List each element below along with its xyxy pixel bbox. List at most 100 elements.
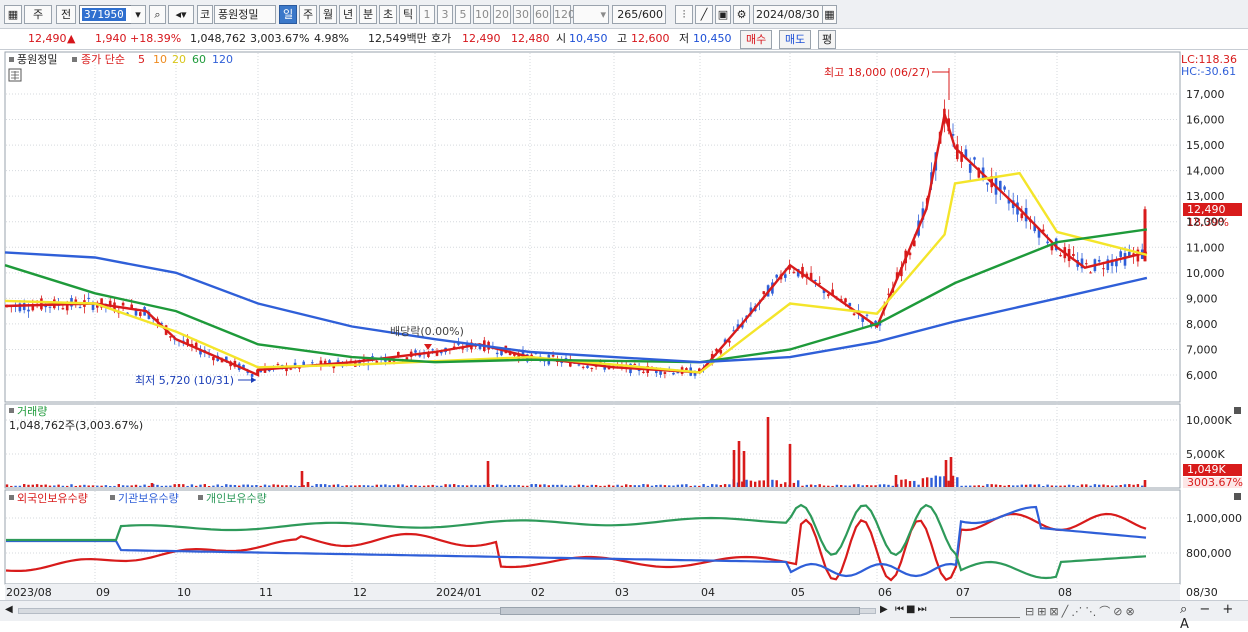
search-icon[interactable]: ⌕ (149, 5, 166, 24)
eval-button[interactable]: 평 (818, 30, 837, 49)
candle-body (551, 355, 555, 357)
volume-bar (27, 484, 30, 487)
period-day[interactable]: 일 (279, 5, 297, 24)
volume-bar (78, 485, 82, 487)
volume-bar (259, 485, 262, 487)
legend-institution: 기관보유수량 (118, 492, 179, 505)
candle-body (87, 297, 90, 299)
interval-30[interactable]: 30 (513, 5, 531, 24)
calendar-icon[interactable]: ▦ (822, 5, 837, 24)
volume-bar (315, 484, 318, 487)
scroll-left-icon[interactable]: ◀ (5, 604, 17, 618)
volume-spike-bar (949, 457, 953, 487)
volume-bar (706, 485, 710, 487)
candle-body (865, 314, 869, 316)
volume-bar (1123, 484, 1127, 487)
drawing-tools-icons[interactable]: ⊟⊞⊠╱⋰⋱⌒⊘⊗ (1025, 603, 1138, 619)
interval-dropdown[interactable]: ▾ (573, 5, 609, 24)
scroll-thumb[interactable] (500, 607, 860, 615)
volume-bar (990, 484, 993, 487)
candle-body (495, 352, 499, 355)
period-second[interactable]: 초 (379, 5, 397, 24)
interval-60[interactable]: 60 (533, 5, 551, 24)
volume-spike-bar (944, 460, 948, 487)
volume-bar (276, 484, 280, 487)
candle-body (784, 274, 787, 278)
volume-bar (749, 480, 753, 487)
volume-bar (1055, 485, 1058, 487)
market-badge: 코 (197, 5, 213, 24)
volume-spike-bar (894, 475, 898, 487)
stock-chart[interactable]: 풍원정밀 종가 단순 5 10 20 60 120 LC:118.36 HC:-… (0, 50, 1248, 600)
volume-bar (900, 479, 903, 487)
chevron-down-icon[interactable]: ▾ (131, 5, 146, 24)
x-axis-label: 05 (791, 586, 805, 599)
holding-close-icon[interactable] (1234, 493, 1241, 500)
volume-spike-bar (150, 483, 154, 487)
volume-bar (40, 484, 43, 487)
volume-bar (91, 485, 95, 487)
sell-button[interactable]: 매도 (779, 30, 812, 49)
volume-bar (599, 485, 602, 487)
stock-code-value: 371950 (82, 8, 126, 21)
stock-name-field[interactable]: 풍원정밀 (214, 5, 276, 24)
volume-bar (164, 485, 168, 487)
volume-bar (319, 484, 323, 487)
candle-body (31, 305, 35, 311)
volume-bar (203, 484, 206, 487)
candle-body (844, 298, 847, 303)
count-field[interactable]: 265/600 (612, 5, 666, 24)
buy-button[interactable]: 매수 (740, 30, 773, 49)
playback-icons[interactable]: ⏮■⏭ (895, 604, 928, 615)
candle-body (564, 358, 568, 360)
volume-bar (311, 485, 314, 487)
type-select[interactable]: 주 (24, 5, 52, 24)
gear-icon[interactable]: ⚙ (733, 5, 750, 24)
interval-5[interactable]: 5 (455, 5, 471, 24)
count-value: 265 (617, 8, 639, 21)
legend-stock-marker (9, 57, 14, 62)
volume-bar (917, 484, 920, 487)
interval-120[interactable]: 120 (553, 5, 575, 24)
candle-body (1085, 263, 1088, 265)
zoom-slider[interactable] (950, 604, 1020, 618)
candle-body (986, 182, 989, 185)
volume-bar (637, 485, 641, 487)
volume-bar (483, 484, 486, 487)
legend-ma-20: 20 (172, 53, 186, 66)
period-minute[interactable]: 분 (359, 5, 377, 24)
save-icon[interactable]: ▣ (715, 5, 731, 24)
volume-bar (74, 485, 77, 487)
volume-bar (646, 484, 649, 487)
scroll-right-icon[interactable]: ▶ (880, 604, 888, 615)
quote-bar: 12,490 ▲ 1,940 +18.39% 1,048,762 3,003.6… (0, 29, 1248, 50)
interval-1[interactable]: 1 (419, 5, 435, 24)
interval-3[interactable]: 3 (437, 5, 453, 24)
volume-close-icon[interactable] (1234, 407, 1241, 414)
interval-10[interactable]: 10 (473, 5, 491, 24)
draw-line-icon[interactable]: ╱ (695, 5, 713, 24)
x-axis-label: 04 (701, 586, 715, 599)
volume-bar (504, 485, 507, 487)
speaker-icon[interactable]: ◂▾ (168, 5, 194, 24)
holding-axis-tick: 1,000,000 (1186, 512, 1242, 525)
volume-spike-bar (766, 417, 770, 487)
scroll-bar[interactable]: ◀ ▶ ⏮■⏭ ⊟⊞⊠╱⋰⋱⌒⊘⊗ ⌕ − + A (0, 600, 1248, 632)
zoom-controls[interactable]: ⌕ − + A (1180, 602, 1248, 632)
prev-button[interactable]: 전 (56, 5, 76, 24)
period-tick[interactable]: 틱 (399, 5, 417, 24)
candle-icon[interactable]: ⫶ (675, 5, 693, 24)
volume-bar (797, 480, 800, 487)
volume-bar (238, 485, 241, 487)
grid-icon[interactable]: ▦ (4, 5, 22, 24)
period-year[interactable]: 년 (339, 5, 357, 24)
x-axis-label: 10 (177, 586, 191, 599)
candle-body (590, 367, 594, 369)
volume-spike-bar (486, 461, 490, 487)
interval-20[interactable]: 20 (493, 5, 511, 24)
period-month[interactable]: 월 (319, 5, 337, 24)
period-week[interactable]: 주 (299, 5, 317, 24)
low-price: 10,450 (693, 32, 732, 45)
volume-bar (612, 485, 615, 487)
x-axis-end-label: 08/30 (1186, 586, 1218, 599)
